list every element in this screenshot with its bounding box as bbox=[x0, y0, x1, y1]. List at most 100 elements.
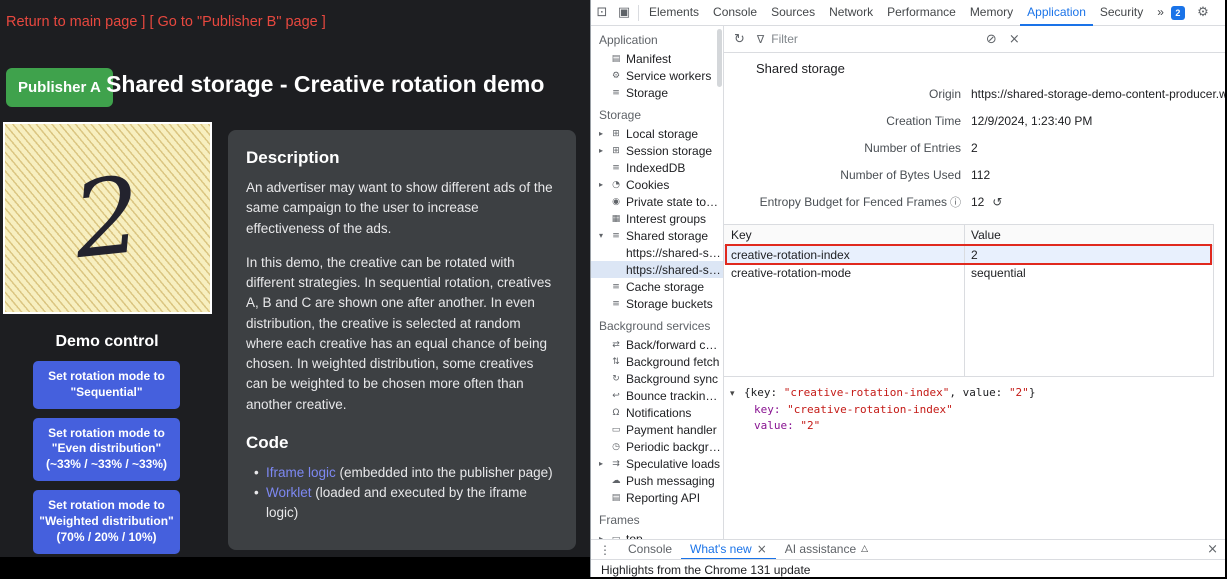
more-tabs-icon[interactable]: » bbox=[1150, 0, 1171, 26]
code-heading: Code bbox=[246, 433, 558, 453]
filter-box[interactable]: ∇ bbox=[757, 32, 972, 46]
drawer-tab-whats-new[interactable]: What's new× bbox=[681, 540, 776, 560]
sidebar-item-storage[interactable]: ≡ Storage bbox=[591, 84, 723, 101]
shared-storage-panel: ↻ ∇ ⊘ × Shared storage Origin https://sh… bbox=[724, 26, 1227, 539]
sidebar-item-storage-buckets[interactable]: ≡ Storage buckets bbox=[591, 295, 723, 312]
table-header: Key Value bbox=[724, 225, 1213, 246]
chevron-down-icon[interactable]: ▾ bbox=[599, 231, 609, 240]
sidebar-item-speculative-loads[interactable]: ▸ ⇉ Speculative loads bbox=[591, 455, 723, 472]
refresh-icon[interactable]: ↻ bbox=[734, 32, 745, 47]
close-drawer-icon[interactable]: × bbox=[1198, 542, 1227, 557]
report-icon: ▤ bbox=[609, 493, 623, 503]
tab-console[interactable]: Console bbox=[706, 0, 764, 26]
description-heading: Description bbox=[246, 148, 558, 168]
device-toolbar-icon[interactable]: ▣ bbox=[613, 5, 635, 20]
group-icon: ▦ bbox=[609, 214, 623, 224]
bottom-strip bbox=[0, 557, 590, 579]
sidebar-item-back-forward-cache[interactable]: ⇄ Back/forward cache bbox=[591, 336, 723, 353]
sidebar-item-local-storage[interactable]: ▸ ⊞ Local storage bbox=[591, 125, 723, 142]
item-label: Back/forward cache bbox=[626, 338, 721, 352]
filter-input[interactable] bbox=[771, 32, 951, 46]
sidebar-item-manifest[interactable]: ▤ Manifest bbox=[591, 50, 723, 67]
creative-digit: 2 bbox=[69, 162, 146, 273]
cell-key: creative-rotation-index bbox=[724, 246, 964, 264]
drawer-tab-ai-assistance[interactable]: AI assistance△ bbox=[776, 540, 877, 560]
chevron-right-icon[interactable]: ▸ bbox=[599, 180, 609, 189]
sidebar-section-application: Application bbox=[591, 26, 723, 50]
inspect-element-icon[interactable]: ⊡ bbox=[591, 5, 613, 20]
sidebar-item-reporting-api[interactable]: ▤ Reporting API bbox=[591, 489, 723, 506]
reset-budget-icon[interactable]: ↺ bbox=[992, 195, 1002, 209]
cell-value: sequential bbox=[964, 264, 1213, 282]
devtools-menu-icon[interactable]: ⋮ bbox=[1221, 5, 1227, 20]
item-label: Session storage bbox=[626, 144, 712, 158]
preview-property-key: key: "creative-rotation-index" bbox=[730, 402, 1221, 418]
sidebar-item-periodic-background-sync[interactable]: ◷ Periodic backgroun... bbox=[591, 438, 723, 455]
clear-icon[interactable]: × bbox=[1009, 32, 1020, 47]
sidebar-item-indexeddb[interactable]: ≡ IndexedDB bbox=[591, 159, 723, 176]
item-label: Background fetch bbox=[626, 355, 719, 369]
collapse-triangle-icon[interactable]: ▾ bbox=[730, 386, 744, 402]
delete-all-icon[interactable]: ⊘ bbox=[986, 32, 997, 47]
sidebar-scrollbar[interactable] bbox=[717, 29, 722, 87]
sidebar-item-interest-groups[interactable]: ▦ Interest groups bbox=[591, 210, 723, 227]
ad-creative[interactable]: 2 bbox=[3, 122, 212, 314]
sidebar-item-top-frame[interactable]: ▸ ▭ top bbox=[591, 530, 723, 539]
panel-title: Shared storage bbox=[724, 53, 1227, 80]
table-icon: ⊞ bbox=[609, 146, 623, 156]
sidebar-item-push-messaging[interactable]: ☁ Push messaging bbox=[591, 472, 723, 489]
divider bbox=[638, 5, 639, 21]
sidebar-item-shared-storage-origin-1[interactable]: https://shared-storage... bbox=[591, 244, 723, 261]
column-header-value[interactable]: Value bbox=[964, 225, 1213, 245]
set-weighted-distribution-button[interactable]: Set rotation mode to "Weighted distribut… bbox=[33, 490, 180, 553]
sidebar-item-cookies[interactable]: ▸ ◔ Cookies bbox=[591, 176, 723, 193]
set-sequential-button[interactable]: Set rotation mode to "Sequential" bbox=[33, 361, 180, 409]
settings-gear-icon[interactable]: ⚙ bbox=[1192, 5, 1214, 20]
devtools-drawer-bar: ⋮ Console What's new× AI assistance△ × bbox=[591, 539, 1227, 559]
tab-sources[interactable]: Sources bbox=[764, 0, 822, 26]
drawer-tab-label: AI assistance bbox=[785, 540, 856, 559]
sidebar-item-service-workers[interactable]: ⚙ Service workers bbox=[591, 67, 723, 84]
sidebar-item-cache-storage[interactable]: ≡ Cache storage bbox=[591, 278, 723, 295]
sidebar-item-payment-handler[interactable]: ▭ Payment handler bbox=[591, 421, 723, 438]
entry-preview: ▾{key: "creative-rotation-index", value:… bbox=[724, 377, 1227, 539]
chevron-right-icon[interactable]: ▸ bbox=[599, 146, 609, 155]
drawer-tab-console[interactable]: Console bbox=[619, 540, 681, 560]
worklet-link[interactable]: Worklet bbox=[266, 485, 312, 500]
sidebar-item-notifications[interactable]: Ω Notifications bbox=[591, 404, 723, 421]
tab-memory[interactable]: Memory bbox=[963, 0, 1020, 26]
table-row-creative-rotation-index[interactable]: creative-rotation-index 2 bbox=[724, 246, 1213, 264]
info-icon[interactable]: ⓘ bbox=[950, 196, 961, 209]
sidebar-item-session-storage[interactable]: ▸ ⊞ Session storage bbox=[591, 142, 723, 159]
chevron-right-icon[interactable]: ▸ bbox=[599, 459, 609, 468]
whats-new-headline: Highlights from the Chrome 131 update bbox=[591, 559, 1227, 579]
sidebar-item-background-sync[interactable]: ↻ Background sync bbox=[591, 370, 723, 387]
sidebar-item-shared-storage-origin-2[interactable]: https://shared-storage... bbox=[591, 261, 723, 278]
database-icon: ≡ bbox=[609, 231, 623, 241]
nav-links[interactable]: Return to main page ] [ Go to "Publisher… bbox=[6, 14, 326, 30]
screenshot-root: Return to main page ] [ Go to "Publisher… bbox=[0, 0, 1227, 579]
tab-application[interactable]: Application bbox=[1020, 0, 1093, 26]
drawer-tab-label: Console bbox=[628, 540, 672, 559]
issues-badge[interactable]: 2 bbox=[1171, 6, 1185, 20]
iframe-logic-link[interactable]: Iframe logic bbox=[266, 465, 336, 480]
set-even-distribution-button[interactable]: Set rotation mode to "Even distribution"… bbox=[33, 418, 180, 481]
table-row-creative-rotation-mode[interactable]: creative-rotation-mode sequential bbox=[724, 264, 1213, 282]
item-label: Service workers bbox=[626, 69, 711, 83]
item-label: Push messaging bbox=[626, 474, 715, 488]
sidebar-item-bounce-tracking-mitigations[interactable]: ↩ Bounce tracking miti... bbox=[591, 387, 723, 404]
code-item-text: (embedded into the publisher page) bbox=[336, 465, 553, 480]
close-icon[interactable]: × bbox=[757, 540, 767, 559]
item-label: top bbox=[626, 532, 643, 540]
sidebar-item-private-state-tokens[interactable]: ◉ Private state tokens bbox=[591, 193, 723, 210]
column-header-key[interactable]: Key bbox=[724, 225, 964, 245]
chevron-right-icon[interactable]: ▸ bbox=[599, 129, 609, 138]
tab-elements[interactable]: Elements bbox=[642, 0, 706, 26]
tab-network[interactable]: Network bbox=[822, 0, 880, 26]
sidebar-item-shared-storage[interactable]: ▾ ≡ Shared storage bbox=[591, 227, 723, 244]
drawer-menu-icon[interactable]: ⋮ bbox=[591, 543, 619, 557]
tab-security[interactable]: Security bbox=[1093, 0, 1150, 26]
item-label: IndexedDB bbox=[626, 161, 685, 175]
tab-performance[interactable]: Performance bbox=[880, 0, 963, 26]
sidebar-item-background-fetch[interactable]: ⇅ Background fetch bbox=[591, 353, 723, 370]
